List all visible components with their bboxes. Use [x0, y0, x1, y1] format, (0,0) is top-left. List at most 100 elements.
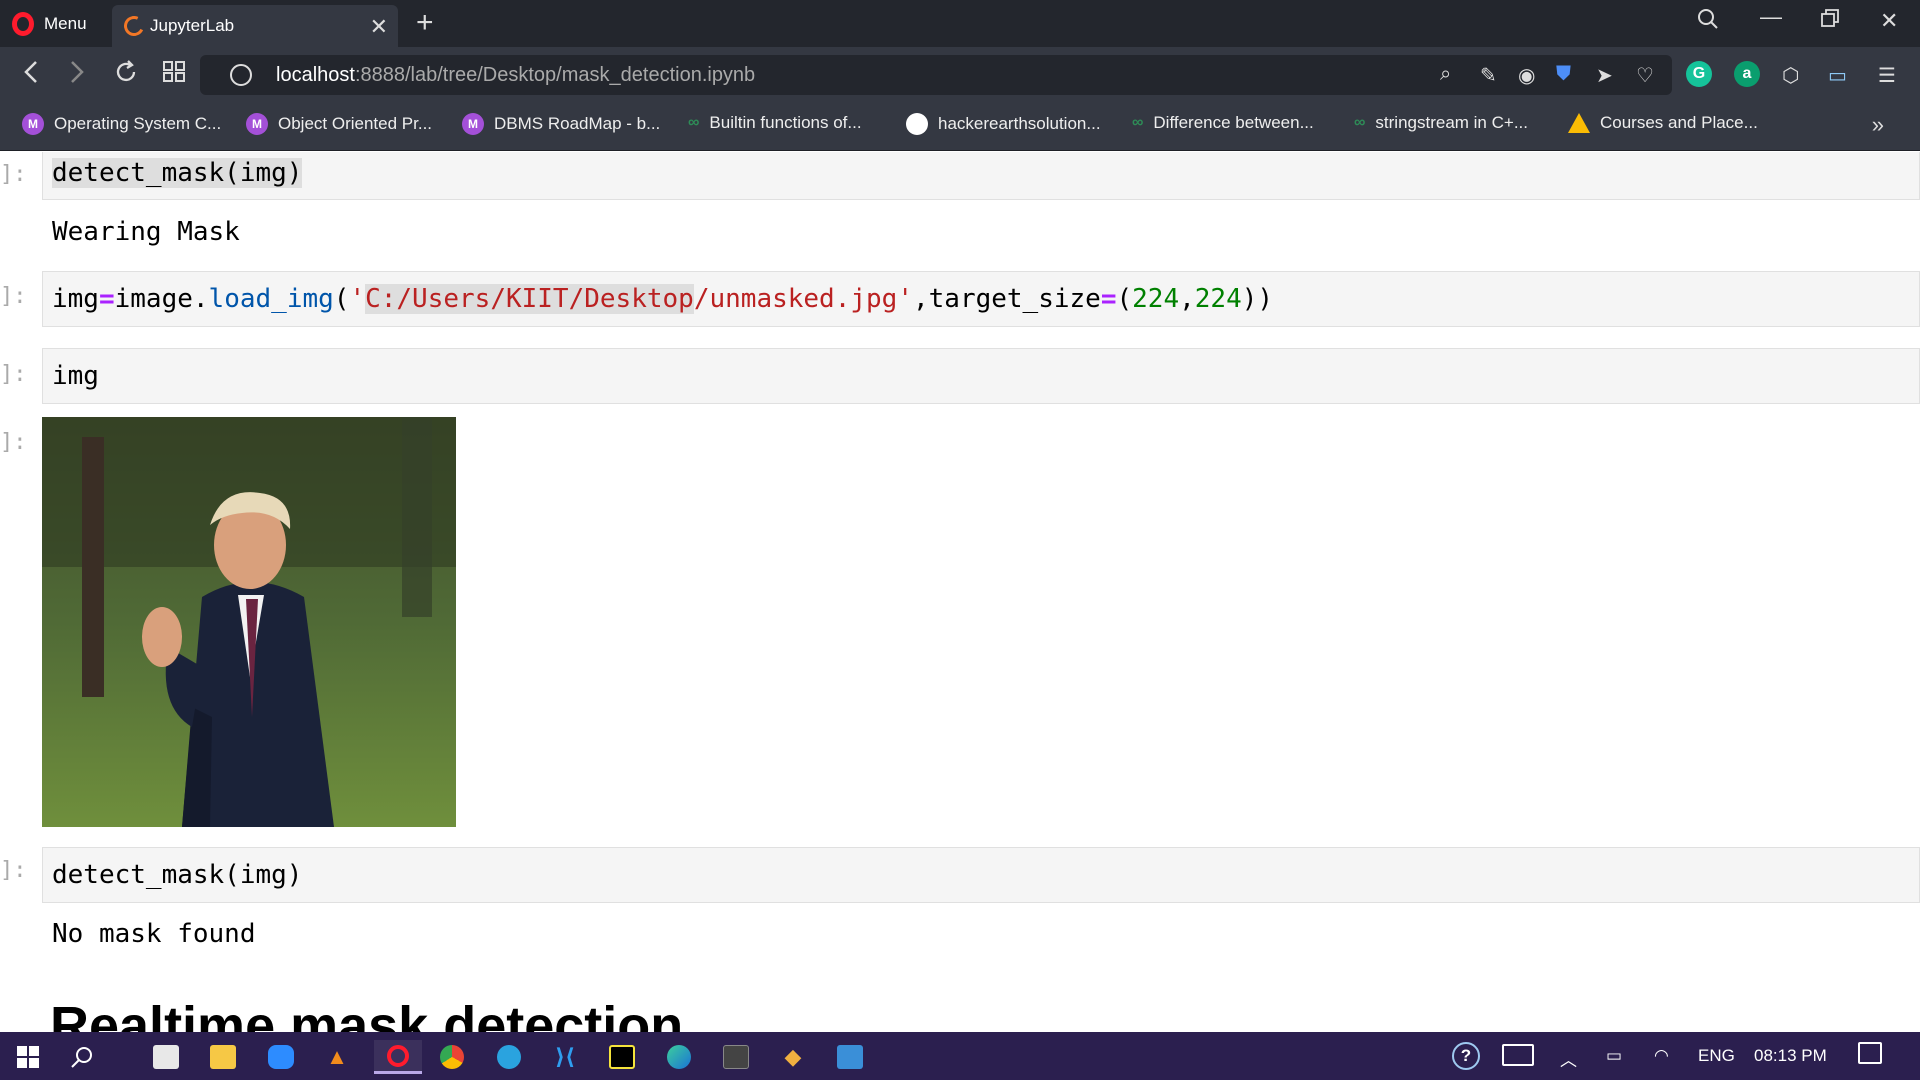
- restore-button[interactable]: [1820, 8, 1840, 34]
- start-windows-icon[interactable]: [8, 1040, 48, 1074]
- geeksforgeeks-icon: ∞: [688, 114, 700, 131]
- bookmark-label: Difference between...: [1153, 113, 1314, 132]
- heart-icon[interactable]: ♡: [1636, 63, 1654, 88]
- geeksforgeeks-icon: ∞: [1132, 114, 1144, 131]
- search-tabs-icon[interactable]: [1697, 8, 1719, 36]
- code-operator: =: [1100, 284, 1117, 314]
- send-icon[interactable]: ➤: [1596, 63, 1613, 88]
- news-icon[interactable]: [1502, 1044, 1534, 1066]
- photo-man-waving: [42, 417, 456, 827]
- snapshot-icon[interactable]: ◉: [1518, 63, 1535, 88]
- code-comma: ,: [1179, 284, 1195, 314]
- code-object: image.: [114, 284, 209, 314]
- bookmark-m-icon: M: [462, 113, 484, 135]
- close-tab-icon[interactable]: ✕: [370, 14, 388, 40]
- telegram-icon[interactable]: [489, 1040, 529, 1074]
- opera-taskbar-icon[interactable]: [374, 1040, 422, 1074]
- bookmark-item[interactable]: M Operating System C...: [22, 113, 221, 135]
- more-bookmarks-icon[interactable]: »: [1872, 112, 1884, 138]
- code-var: img: [52, 284, 99, 314]
- bookmark-m-icon: M: [246, 113, 268, 135]
- notifications-icon[interactable]: [1858, 1042, 1882, 1064]
- easy-setup-icon[interactable]: ☰: [1878, 63, 1896, 88]
- edge-icon[interactable]: [659, 1040, 699, 1074]
- code-cell[interactable]: detect_mask(img): [42, 152, 1920, 200]
- bookmark-label: stringstream in C+...: [1375, 113, 1528, 132]
- git-icon[interactable]: ◆: [773, 1040, 813, 1074]
- chevron-up-icon[interactable]: ︿: [1560, 1046, 1577, 1071]
- clock[interactable]: 08:13 PM: [1754, 1046, 1827, 1066]
- bookmark-label: Object Oriented Pr...: [278, 114, 433, 133]
- code-cell[interactable]: img: [42, 348, 1920, 404]
- wifi-icon[interactable]: ◠: [1654, 1046, 1669, 1066]
- bookmark-item[interactable]: hackerearthsolution...: [906, 113, 1101, 135]
- chrome-icon[interactable]: [432, 1040, 472, 1074]
- battery-icon[interactable]: ▭: [1606, 1046, 1622, 1066]
- code-line: detect_mask(img): [52, 860, 303, 890]
- code-string-highlight: C:/Users/KIIT/Desktop: [365, 284, 694, 314]
- globe-icon: [230, 64, 252, 86]
- bookmark-item[interactable]: ∞ Builtin functions of...: [688, 113, 862, 133]
- bookmark-label: Courses and Place...: [1600, 113, 1758, 132]
- bookmark-m-icon: M: [22, 113, 44, 135]
- zoom-icon[interactable]: ⌕: [1440, 63, 1451, 86]
- file-explorer-icon[interactable]: [203, 1040, 243, 1074]
- cell-prompt: ]:: [0, 430, 27, 455]
- code-operator: =: [98, 284, 115, 314]
- bookmark-label: Operating System C...: [54, 114, 222, 133]
- notebook-area[interactable]: ]: detect_mask(img) Wearing Mask ]: img =…: [0, 152, 1920, 1032]
- image-output: [42, 417, 456, 827]
- jupyter-icon: [121, 13, 147, 39]
- vscode-icon[interactable]: ⟩⟨: [545, 1040, 585, 1074]
- battery-saver-icon[interactable]: ▭: [1828, 63, 1847, 88]
- new-tab-button[interactable]: +: [416, 6, 434, 40]
- bookmark-item[interactable]: M DBMS RoadMap - b...: [462, 113, 660, 135]
- bookmarks-bar: M Operating System C... M Object Oriente…: [0, 102, 1920, 151]
- tab-jupyterlab[interactable]: JupyterLab ✕: [112, 5, 398, 47]
- photos-icon[interactable]: [830, 1040, 870, 1074]
- code-string: /unmasked.jpg': [693, 284, 913, 314]
- cell-prompt: ]:: [0, 858, 27, 883]
- extensions-cube-icon[interactable]: ⬡: [1782, 63, 1799, 88]
- speed-dial-icon[interactable]: [162, 59, 186, 90]
- code-number: 224: [1132, 284, 1180, 314]
- bookmark-label: DBMS RoadMap - b...: [494, 114, 661, 133]
- cell-prompt: ]:: [0, 362, 27, 387]
- vlc-icon[interactable]: ▲: [317, 1040, 357, 1074]
- code-cell[interactable]: img = image. load_img(' C:/Users/KIIT/Deskto…: [42, 271, 1920, 327]
- bookmark-item[interactable]: Courses and Place...: [1568, 113, 1758, 133]
- code-cell[interactable]: detect_mask(img): [42, 847, 1920, 903]
- bookmark-item[interactable]: ∞ stringstream in C+...: [1354, 113, 1528, 133]
- forward-icon[interactable]: [68, 59, 86, 92]
- back-icon[interactable]: [22, 59, 40, 92]
- help-icon[interactable]: ?: [1452, 1042, 1480, 1070]
- url-path: :8888/lab/tree/Desktop/mask_detection.ip…: [354, 63, 756, 86]
- pycharm-icon[interactable]: [602, 1040, 642, 1074]
- reload-icon[interactable]: [114, 59, 138, 92]
- code-paren: (: [333, 284, 350, 314]
- browser-titlebar: Menu JupyterLab ✕ + — ✕: [0, 0, 1920, 47]
- language-indicator[interactable]: ENG: [1698, 1046, 1735, 1066]
- terminal-icon[interactable]: [716, 1040, 756, 1074]
- minimize-button[interactable]: —: [1760, 4, 1782, 30]
- code-line: img: [52, 361, 99, 391]
- zoom-app-icon[interactable]: [261, 1040, 301, 1074]
- store-icon[interactable]: [146, 1040, 186, 1074]
- menu-label: Menu: [44, 14, 87, 33]
- grammarly-icon[interactable]: G: [1686, 61, 1712, 87]
- bookmark-item[interactable]: ∞ Difference between...: [1132, 113, 1314, 133]
- opera-menu-button[interactable]: Menu: [12, 10, 87, 38]
- code-comma: ,: [912, 284, 929, 314]
- cell-prompt: ]:: [0, 162, 27, 187]
- share-icon[interactable]: ✎: [1480, 63, 1497, 88]
- markdown-heading: Realtime mask detection: [50, 996, 684, 1032]
- bookmark-item[interactable]: M Object Oriented Pr...: [246, 113, 432, 135]
- github-icon: [906, 113, 928, 135]
- search-icon[interactable]: [62, 1040, 102, 1074]
- code-line: detect_mask(img): [52, 158, 303, 188]
- opera-logo-icon: [12, 12, 34, 36]
- extension-a-icon[interactable]: a: [1734, 61, 1760, 87]
- code-string-quote: ': [349, 284, 366, 314]
- close-window-button[interactable]: ✕: [1880, 8, 1898, 34]
- shield-icon[interactable]: ⛊: [1556, 63, 1571, 86]
